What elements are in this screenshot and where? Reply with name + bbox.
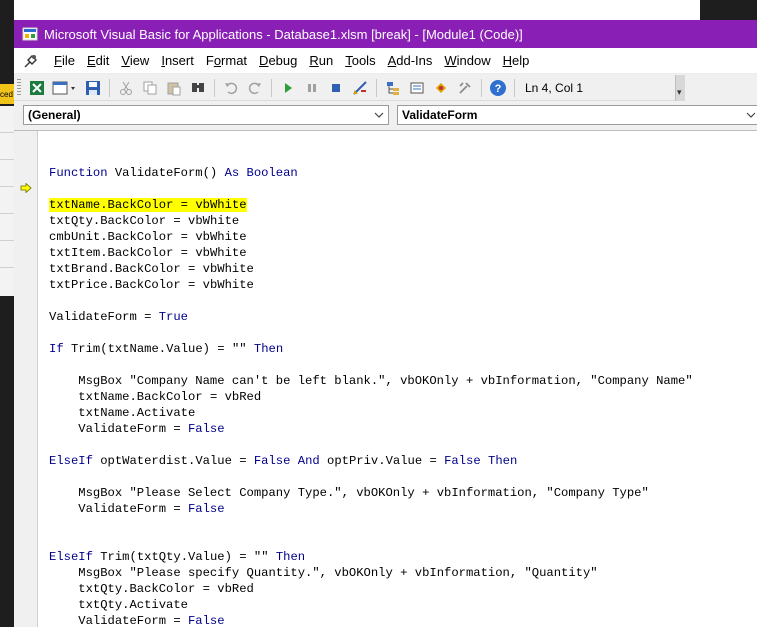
code-editor[interactable]: Function ValidateForm() As Boolean txtNam… xyxy=(14,130,757,627)
code-line[interactable]: cmbUnit.BackColor = vbWhite xyxy=(49,229,693,245)
menu-window[interactable]: Window xyxy=(438,48,496,74)
menu-file[interactable]: File xyxy=(48,48,81,74)
menu-bar: File Edit View Insert Format Debug Run Tools Add… xyxy=(14,48,757,74)
code-line[interactable]: txtItem.BackColor = vbWhite xyxy=(49,245,693,261)
code-line[interactable] xyxy=(49,469,693,485)
toolbar-separator xyxy=(376,78,377,97)
background-top-strip xyxy=(700,0,757,20)
toolbar-separator xyxy=(214,78,215,97)
undo-icon[interactable] xyxy=(221,78,241,98)
insert-userform-icon[interactable] xyxy=(51,78,79,98)
menu-debug[interactable]: Debug xyxy=(253,48,303,74)
code-window-icon[interactable] xyxy=(22,52,40,70)
code-line[interactable]: MsgBox "Please specify Quantity.", vbOKO… xyxy=(49,565,693,581)
vba-app-icon xyxy=(22,27,38,41)
chevron-down-icon xyxy=(374,112,384,118)
code-line[interactable] xyxy=(49,181,693,197)
menu-insert[interactable]: Insert xyxy=(155,48,200,74)
object-dropdown-value: (General) xyxy=(28,108,81,122)
properties-window-icon[interactable] xyxy=(407,78,427,98)
project-explorer-icon[interactable] xyxy=(383,78,403,98)
code-line[interactable] xyxy=(49,533,693,549)
chevron-down-icon: ▾ xyxy=(677,87,682,97)
toolbar-separator xyxy=(514,78,515,97)
toolbox-icon[interactable] xyxy=(455,78,475,98)
paste-icon[interactable] xyxy=(164,78,184,98)
svg-text:?: ? xyxy=(495,83,502,95)
find-icon[interactable] xyxy=(188,78,208,98)
chevron-down-icon xyxy=(746,112,756,118)
help-icon[interactable]: ? xyxy=(488,78,508,98)
code-line[interactable] xyxy=(49,325,693,341)
copy-icon[interactable] xyxy=(140,78,160,98)
code-line[interactable] xyxy=(49,517,693,533)
code-line[interactable]: MsgBox "Company Name can't be left blank… xyxy=(49,373,692,389)
title-bar[interactable]: Microsoft Visual Basic for Applications … xyxy=(14,20,757,48)
break-icon[interactable] xyxy=(302,78,322,98)
menu-view[interactable]: View xyxy=(115,48,155,74)
procedure-dropdown-value: ValidateForm xyxy=(402,108,478,122)
code-line[interactable]: ValidateForm = True xyxy=(49,309,693,325)
code-line[interactable]: ElseIf Trim(txtQty.Value) = "" Then xyxy=(49,549,693,565)
execution-pointer-icon xyxy=(20,183,32,193)
code-line[interactable]: If Trim(txtName.Value) = "" Then xyxy=(49,341,693,357)
code-line[interactable]: ValidateForm = False xyxy=(49,421,693,437)
standard-toolbar: ? Ln 4, Col 1 ▾ xyxy=(14,75,685,101)
menu-run[interactable]: Run xyxy=(303,48,339,74)
view-excel-icon[interactable] xyxy=(27,78,47,98)
toolbar-separator xyxy=(271,78,272,97)
window-title: Microsoft Visual Basic for Applications … xyxy=(44,26,523,42)
redo-icon[interactable] xyxy=(245,78,265,98)
object-dropdown[interactable]: (General) xyxy=(23,105,389,125)
vba-editor-window: Microsoft Visual Basic for Applications … xyxy=(14,20,757,627)
code-text[interactable]: Function ValidateForm() As Boolean txtNam… xyxy=(49,149,693,627)
code-line[interactable]: ValidateForm = False xyxy=(49,501,693,517)
procedure-dropdown[interactable]: ValidateForm xyxy=(397,105,757,125)
toolbar-grip[interactable] xyxy=(17,78,21,97)
code-line[interactable]: txtName.Activate xyxy=(49,405,693,421)
object-browser-icon[interactable] xyxy=(431,78,451,98)
reset-icon[interactable] xyxy=(326,78,346,98)
menu-format[interactable]: Format xyxy=(200,48,253,74)
cursor-position-status: Ln 4, Col 1 xyxy=(525,80,584,95)
code-line[interactable]: txtBrand.BackColor = vbWhite xyxy=(49,261,693,277)
code-line[interactable] xyxy=(49,357,693,373)
menu-help[interactable]: Help xyxy=(497,48,536,74)
code-line[interactable]: ValidateForm = False xyxy=(49,613,693,627)
code-line[interactable]: Function ValidateForm() As Boolean xyxy=(49,165,693,181)
code-line[interactable] xyxy=(49,437,693,453)
cut-icon[interactable] xyxy=(116,78,136,98)
menu-add-ins[interactable]: Add-Ins xyxy=(382,48,439,74)
code-line[interactable] xyxy=(49,293,693,309)
menu-tools[interactable]: Tools xyxy=(339,48,381,74)
design-mode-icon[interactable] xyxy=(350,78,370,98)
toolbar-separator xyxy=(481,78,482,97)
code-line[interactable]: txtName.BackColor = vbRed xyxy=(49,389,693,405)
breakpoint-margin[interactable] xyxy=(14,131,38,627)
menu-edit[interactable]: Edit xyxy=(81,48,115,74)
code-line[interactable] xyxy=(49,149,693,165)
code-line[interactable]: txtQty.Activate xyxy=(49,597,693,613)
code-line[interactable]: txtQty.BackColor = vbRed xyxy=(49,581,693,597)
current-statement-highlight: txtName.BackColor = vbWhite xyxy=(49,198,247,212)
toolbar-separator xyxy=(109,78,110,97)
background-edge-text: ced xyxy=(0,90,13,99)
background-panel xyxy=(0,106,14,296)
code-line[interactable]: txtPrice.BackColor = vbWhite xyxy=(49,277,693,293)
code-line[interactable]: txtQty.BackColor = vbWhite xyxy=(49,213,693,229)
run-icon[interactable] xyxy=(278,78,298,98)
code-line[interactable]: ElseIf optWaterdist.Value = False And op… xyxy=(49,453,693,469)
code-line[interactable]: txtName.BackColor = vbWhite xyxy=(49,197,693,213)
background-window-strip: ced xyxy=(0,0,14,627)
toolbar-options-handle[interactable]: ▾ xyxy=(675,75,685,101)
code-line[interactable]: MsgBox "Please Select Company Type.", vb… xyxy=(49,485,693,501)
code-window-combos: (General) ValidateForm xyxy=(14,102,757,130)
save-icon[interactable] xyxy=(83,78,103,98)
